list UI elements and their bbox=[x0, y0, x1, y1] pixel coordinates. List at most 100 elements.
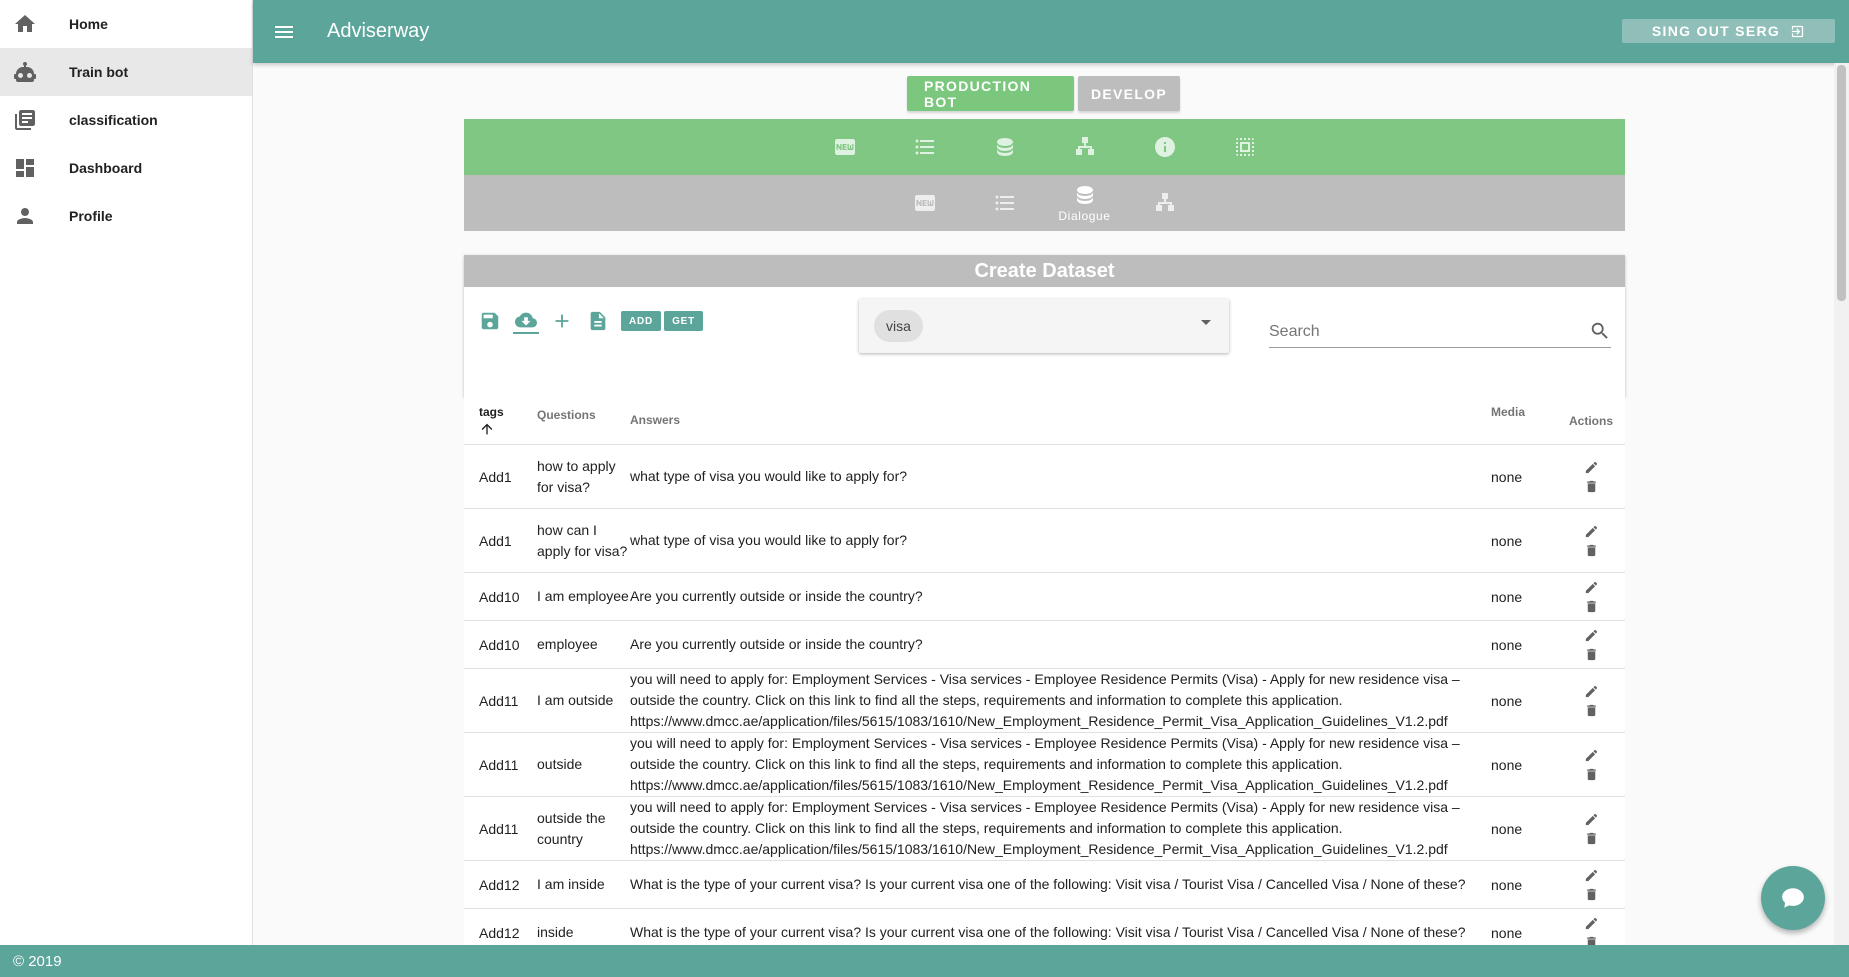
list-icon bbox=[915, 139, 934, 155]
answer-cell: you will need to apply for: Employment S… bbox=[630, 799, 1460, 857]
document-button[interactable] bbox=[585, 308, 611, 334]
scrollbar-thumb[interactable] bbox=[1837, 65, 1846, 301]
hamburger-menu-icon bbox=[275, 25, 293, 38]
edit-icon[interactable] bbox=[1584, 868, 1599, 883]
add-button[interactable]: ADD bbox=[621, 311, 662, 331]
table-row: Add11 outside the country you will need to… bbox=[464, 797, 1625, 861]
sidebar-item-profile[interactable]: Profile bbox=[0, 192, 252, 240]
tag-cell: Add1 bbox=[479, 532, 512, 549]
tag-cell: Add11 bbox=[479, 820, 519, 837]
edit-icon[interactable] bbox=[1584, 460, 1599, 475]
sidebar-item-classification[interactable]: classification bbox=[0, 96, 252, 144]
sidebar-item-label: classification bbox=[69, 112, 158, 128]
actions-cell bbox=[1557, 580, 1625, 614]
sort-arrow-up-icon bbox=[481, 423, 493, 434]
answer-cell: what type of visa you would like to appl… bbox=[630, 532, 908, 548]
toolbar-list-button[interactable] bbox=[885, 119, 965, 175]
question-cell: outside the country bbox=[537, 809, 606, 847]
plus-icon bbox=[555, 314, 569, 328]
footer: © 2019 bbox=[0, 945, 1849, 977]
answers-column-header[interactable]: Answers bbox=[630, 397, 1491, 444]
production-bot-button[interactable]: PRODUCTION BOT bbox=[907, 76, 1074, 111]
question-cell: I am outside bbox=[537, 692, 614, 708]
tags-column-header[interactable]: tags bbox=[464, 397, 537, 444]
person-icon bbox=[13, 204, 37, 228]
database-icon bbox=[1076, 186, 1093, 204]
sidebar-item-home[interactable]: Home bbox=[0, 0, 252, 48]
media-cell: none bbox=[1491, 820, 1523, 837]
dataset-tools: ADD GET bbox=[477, 308, 704, 334]
media-cell: none bbox=[1491, 756, 1523, 773]
question-cell: how to apply for visa? bbox=[537, 457, 616, 495]
cloud-download-button[interactable] bbox=[513, 308, 539, 334]
delete-icon[interactable] bbox=[1584, 831, 1599, 846]
edit-icon[interactable] bbox=[1584, 580, 1599, 595]
add-row-button[interactable] bbox=[549, 308, 575, 334]
delete-icon[interactable] bbox=[1584, 703, 1599, 718]
search-icon[interactable] bbox=[1589, 320, 1611, 342]
dropdown-arrow-icon bbox=[1201, 320, 1211, 325]
answer-cell: Are you currently outside or inside the … bbox=[630, 636, 923, 652]
table-row: Add10 I am employee Are you currently outs… bbox=[464, 573, 1625, 621]
save-button[interactable] bbox=[477, 308, 503, 334]
page-scrollbar[interactable] bbox=[1834, 63, 1849, 945]
menu-button[interactable] bbox=[266, 14, 302, 50]
tag-chip[interactable]: visa bbox=[874, 310, 923, 342]
actions-cell bbox=[1557, 460, 1625, 494]
media-cell: none bbox=[1491, 924, 1523, 941]
questions-column-header[interactable]: Questions bbox=[537, 397, 630, 444]
edit-icon[interactable] bbox=[1584, 812, 1599, 827]
description-icon bbox=[590, 311, 606, 331]
sidebar-item-label: Home bbox=[69, 16, 108, 32]
delete-icon[interactable] bbox=[1584, 767, 1599, 782]
subtoolbar-list-button[interactable] bbox=[965, 175, 1045, 231]
tag-cell: Add10 bbox=[479, 588, 520, 605]
question-cell: outside bbox=[537, 756, 583, 772]
media-cell: none bbox=[1491, 588, 1523, 605]
edit-icon[interactable] bbox=[1584, 524, 1599, 539]
delete-icon[interactable] bbox=[1584, 543, 1599, 558]
tag-select[interactable]: visa bbox=[859, 299, 1229, 353]
edit-icon[interactable] bbox=[1584, 628, 1599, 643]
delete-icon[interactable] bbox=[1584, 647, 1599, 662]
delete-icon[interactable] bbox=[1584, 887, 1599, 902]
edit-icon[interactable] bbox=[1584, 748, 1599, 763]
delete-icon[interactable] bbox=[1584, 479, 1599, 494]
subtoolbar-dialogue-button[interactable]: Dialogue bbox=[1045, 175, 1125, 231]
search-input[interactable] bbox=[1269, 322, 1569, 341]
delete-icon[interactable] bbox=[1584, 599, 1599, 614]
chat-bubble-icon bbox=[1782, 888, 1804, 908]
environment-toggle: PRODUCTION BOT DEVELOP bbox=[907, 76, 1180, 111]
sidebar-item-label: Profile bbox=[69, 208, 113, 224]
toolbar-new-button[interactable] bbox=[805, 119, 885, 175]
answer-cell: Are you currently outside or inside the … bbox=[630, 588, 923, 604]
toolbar-select-button[interactable] bbox=[1205, 119, 1285, 175]
create-dataset-card: Create Dataset ADD GET visa bbox=[464, 255, 1625, 397]
new-badge-icon bbox=[834, 139, 855, 155]
signout-button[interactable]: SING OUT SERG bbox=[1622, 19, 1835, 43]
toolbar-info-button[interactable] bbox=[1125, 119, 1205, 175]
sidebar-item-train-bot[interactable]: Train bot bbox=[0, 48, 252, 96]
exit-icon bbox=[1791, 25, 1804, 37]
chat-fab-button[interactable] bbox=[1761, 866, 1825, 930]
toolbar-sitemap-button[interactable] bbox=[1045, 119, 1125, 175]
actions-column-header: Actions bbox=[1568, 413, 1613, 428]
subtoolbar-new-button[interactable] bbox=[885, 175, 965, 231]
develop-button[interactable]: DEVELOP bbox=[1078, 76, 1180, 111]
get-button[interactable]: GET bbox=[664, 311, 704, 331]
save-icon bbox=[481, 312, 499, 330]
table-row: Add10 employee Are you currently outside o… bbox=[464, 621, 1625, 669]
answer-cell: what type of visa you would like to appl… bbox=[630, 468, 908, 484]
signout-label: SING OUT SERG bbox=[1651, 23, 1781, 39]
dashboard-icon bbox=[13, 156, 37, 180]
edit-icon[interactable] bbox=[1584, 684, 1599, 699]
answer-cell: you will need to apply for: Employment S… bbox=[630, 671, 1460, 729]
media-column-header[interactable]: Media bbox=[1491, 397, 1557, 444]
subtoolbar-sitemap-button[interactable] bbox=[1125, 175, 1205, 231]
edit-icon[interactable] bbox=[1584, 916, 1599, 931]
answer-cell: What is the type of your current visa? I… bbox=[630, 924, 1466, 940]
table-row: Add12 I am inside What is the type of your… bbox=[464, 861, 1625, 909]
media-cell: none bbox=[1491, 532, 1523, 549]
sidebar-item-dashboard[interactable]: Dashboard bbox=[0, 144, 252, 192]
toolbar-database-button[interactable] bbox=[965, 119, 1045, 175]
